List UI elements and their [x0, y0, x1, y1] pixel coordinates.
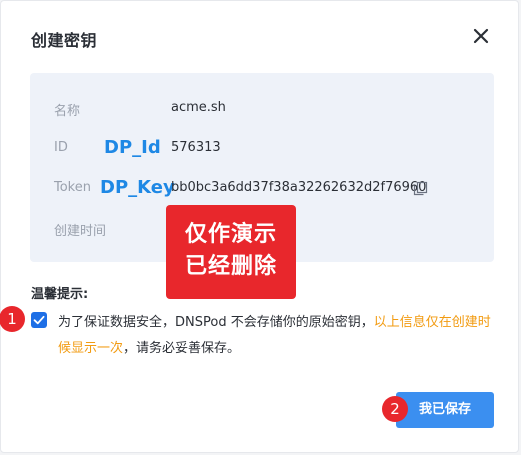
name-label: 名称: [54, 104, 81, 119]
confirm-saved-button[interactable]: 我已保存: [396, 392, 494, 428]
demo-deleted-overlay: 仅作演示 已经删除: [166, 205, 296, 299]
key-annotation-tag: DP_Key: [100, 177, 175, 198]
step-badge-2: 2: [382, 396, 408, 422]
id-value: 576313: [171, 140, 221, 155]
save-confirm-checkbox[interactable]: [31, 312, 47, 328]
check-icon: [33, 315, 45, 325]
token-value: bb0bc3a6dd37f38a32262632d2f76960: [171, 180, 427, 195]
tips-title: 温馨提示:: [31, 287, 89, 302]
token-label: Token: [54, 180, 91, 195]
overlay-line-2: 已经删除: [184, 254, 277, 279]
tip-text: 为了保证数据安全，DNSPod 不会存储你的原始密钥，以上信息仅在创建时候显示一…: [58, 310, 498, 362]
id-label: ID: [54, 140, 68, 155]
copy-icon: [413, 181, 428, 196]
close-button[interactable]: [470, 25, 492, 47]
name-value: acme.sh: [171, 100, 226, 115]
overlay-line-1: 仅作演示: [184, 222, 277, 247]
created-time-label: 创建时间: [54, 224, 107, 239]
step-badge-1: 1: [0, 306, 25, 332]
tip-text-part2: ，请务必妥善保存。: [123, 341, 241, 356]
tip-text-part1: 为了保证数据安全，DNSPod 不会存储你的原始密钥，: [58, 315, 374, 330]
create-key-dialog: 创建密钥 名称 acme.sh ID DP_Id 576313 Token DP…: [0, 0, 519, 453]
close-icon: [473, 28, 489, 44]
dialog-title: 创建密钥: [31, 31, 98, 50]
copy-button[interactable]: [413, 181, 428, 196]
id-annotation-tag: DP_Id: [104, 137, 161, 158]
